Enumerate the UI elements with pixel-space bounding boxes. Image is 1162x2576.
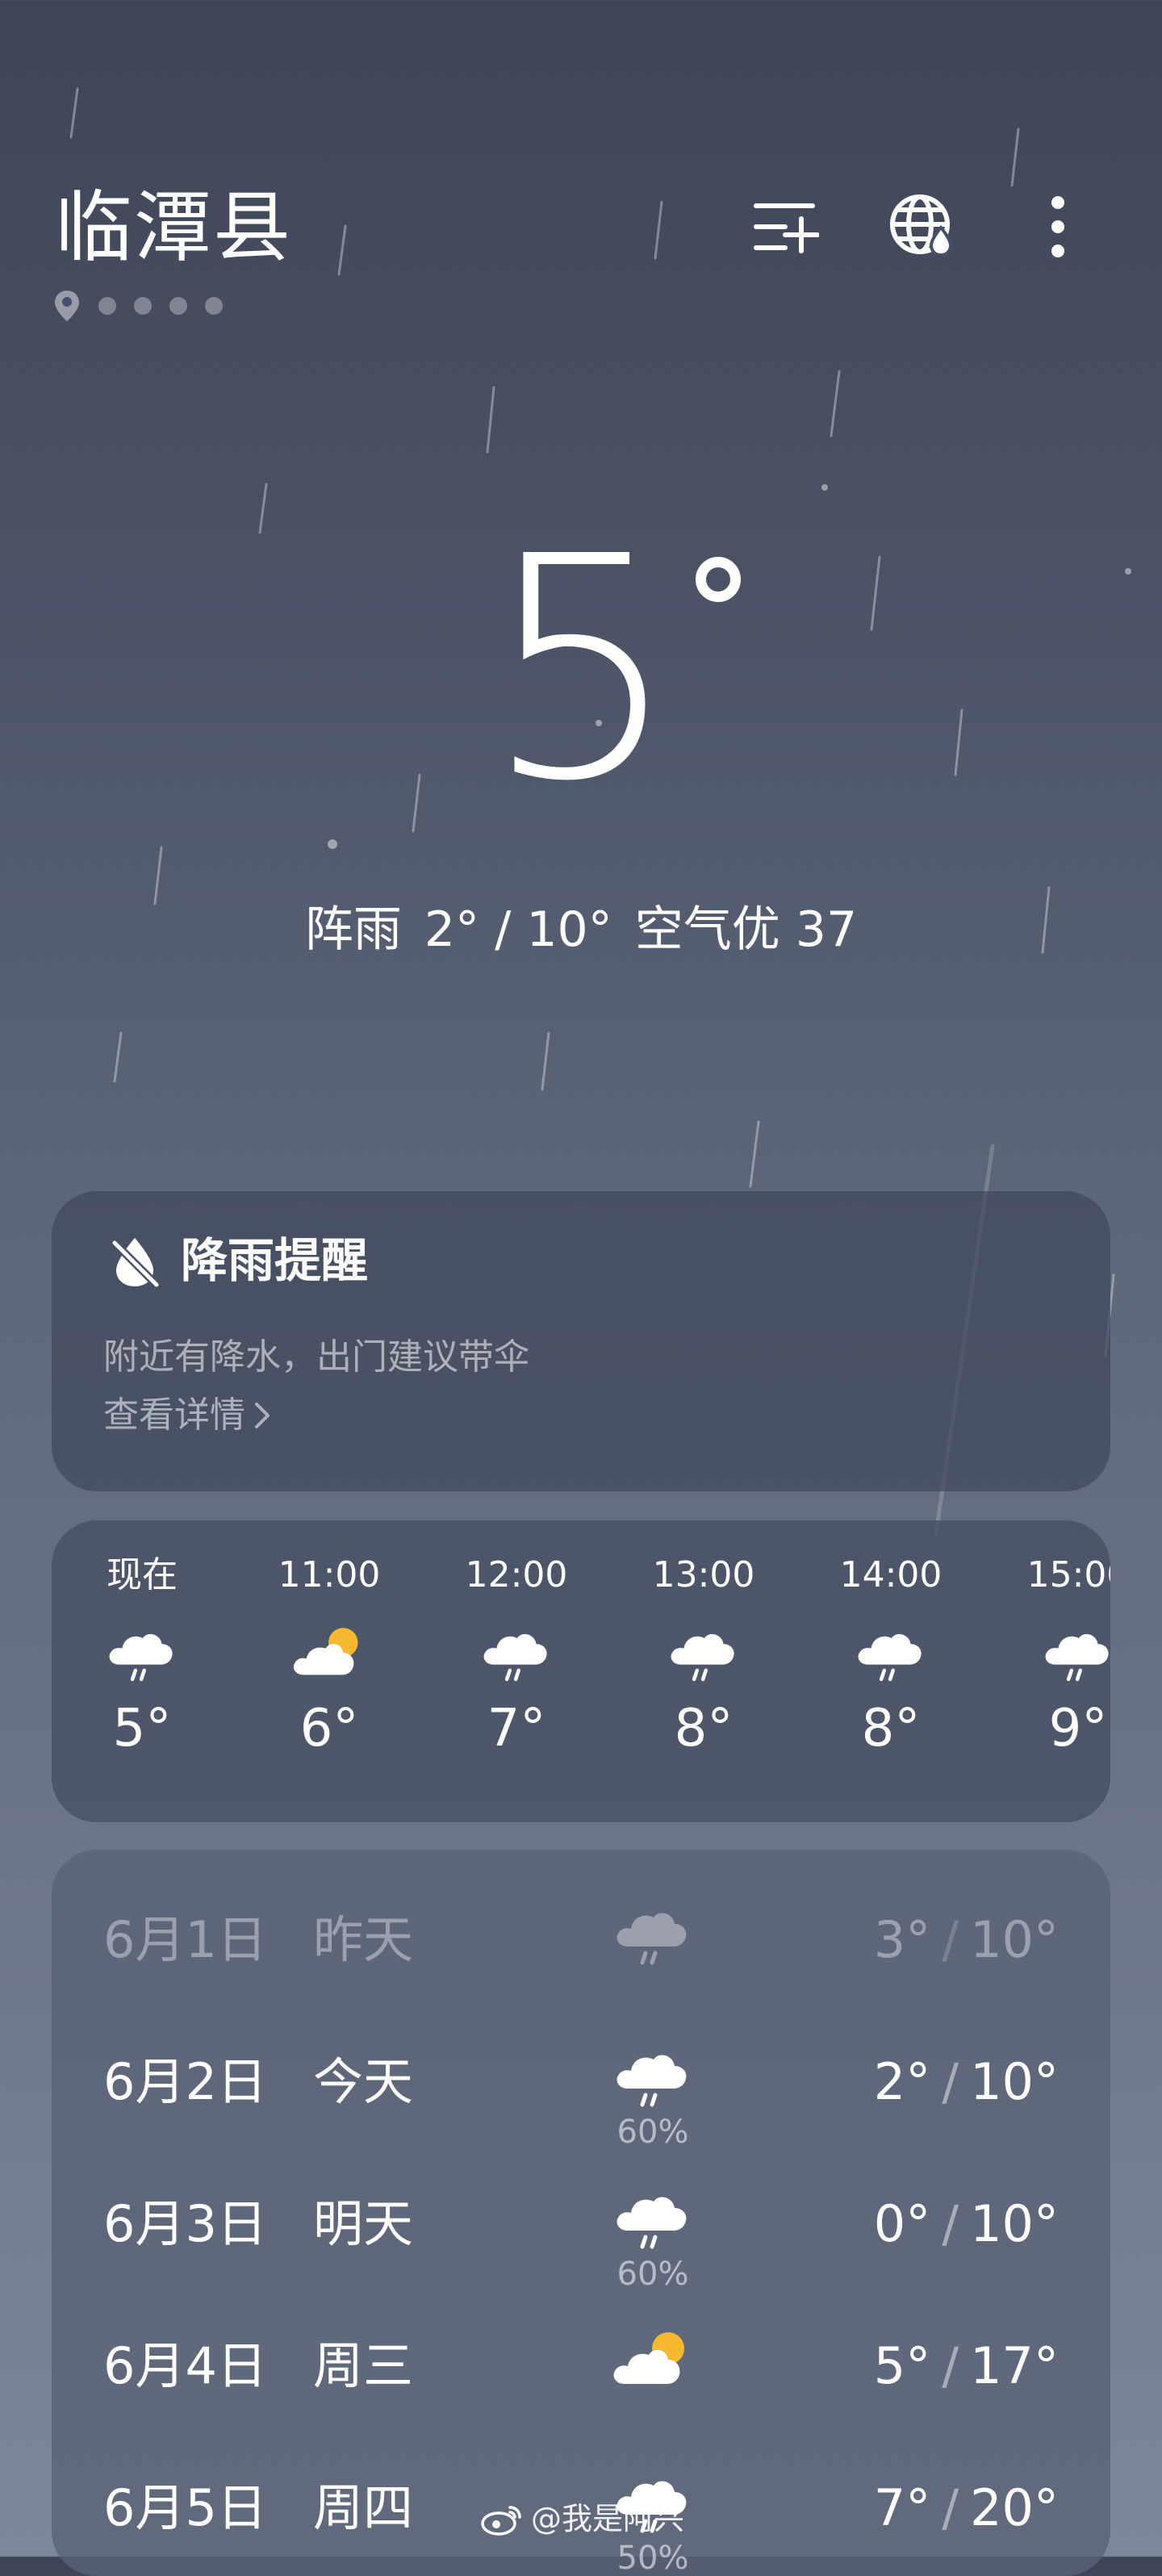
partly-cloudy-icon — [293, 1628, 358, 1675]
rain-icon — [483, 1633, 547, 1682]
temp-separator: / — [942, 2336, 959, 2395]
hourly-item[interactable]: 15:00 9° — [1005, 1551, 1110, 1761]
page-dot — [169, 297, 187, 315]
daily-row[interactable]: 6月3日 明天 60% 0°/10° — [52, 2172, 1110, 2315]
hourly-temp: 5° — [112, 1699, 172, 1758]
page-dot — [205, 297, 223, 315]
current-temperature: 5 — [484, 491, 679, 848]
daily-day-name: 昨天 — [313, 1910, 414, 1969]
view-details-link[interactable]: 查看详情 — [103, 1391, 271, 1440]
hourly-temp: 8° — [674, 1699, 734, 1758]
daily-date: 6月4日 — [103, 2336, 267, 2395]
rain-icon — [617, 2055, 687, 2107]
current-condition: 阵雨 — [304, 901, 402, 958]
daily-low: 3° — [873, 1910, 931, 1969]
daily-high: 10° — [970, 1910, 1059, 1969]
alert-title: 降雨提醒 — [181, 1233, 369, 1288]
watermark-text: @我是阿兴 — [531, 2501, 685, 2536]
air-quality: 空气优 37 — [634, 901, 858, 958]
rain-icon — [1045, 1633, 1109, 1682]
daily-date: 6月5日 — [103, 2478, 267, 2537]
rain-icon — [858, 1633, 922, 1682]
chevron-right-icon — [255, 1403, 270, 1428]
page-dot — [134, 297, 152, 315]
hourly-item[interactable]: 14:00 8° — [818, 1551, 963, 1761]
daily-temp-range: 7°/20° — [874, 2474, 1059, 2542]
daily-precip-chance: 50% — [617, 2540, 689, 2576]
hourly-forecast-card[interactable]: 现在 5° 11:00 6° 12:00 7° 13:00 8° 14:00 8° 15:00 9° — [52, 1520, 1110, 1822]
hourly-time: 14:00 — [839, 1554, 943, 1595]
rain-icon — [109, 1633, 173, 1682]
daily-temp-range: 2°/10° — [874, 2048, 1059, 2116]
hourly-item[interactable]: 13:00 8° — [631, 1551, 776, 1761]
daily-day-name: 明天 — [313, 2194, 414, 2253]
daily-temp-range: 5°/17° — [874, 2332, 1059, 2400]
daily-row[interactable]: 6月4日 周三 5°/17° — [52, 2315, 1110, 2457]
rain-icon — [671, 1633, 734, 1682]
current-range: 2° / 10° — [424, 901, 612, 958]
hourly-temp: 9° — [1048, 1699, 1108, 1758]
daily-day-name: 今天 — [313, 2052, 414, 2111]
daily-date: 6月3日 — [103, 2194, 267, 2253]
hourly-time: 13:00 — [652, 1554, 755, 1595]
hourly-temp: 6° — [299, 1699, 359, 1758]
hourly-time: 11:00 — [278, 1554, 381, 1595]
alert-description: 附近有降水，出门建议带伞 — [103, 1336, 529, 1378]
daily-high: 10° — [970, 2052, 1059, 2111]
daily-low: 2° — [873, 2052, 931, 2111]
daily-high: 20° — [970, 2478, 1059, 2537]
page-dot — [98, 297, 116, 315]
globe-rain-icon[interactable] — [886, 190, 959, 263]
rain-icon — [617, 2197, 687, 2249]
no-rain-drop-icon — [111, 1238, 161, 1289]
partly-cloudy-icon — [613, 2332, 684, 2384]
temp-separator: / — [942, 1910, 959, 1969]
hourly-item[interactable]: 现在 5° — [69, 1551, 215, 1761]
hourly-item[interactable]: 11:00 6° — [257, 1551, 402, 1761]
add-city-icon[interactable] — [749, 190, 821, 263]
daily-low: 7° — [873, 2478, 931, 2537]
rain-icon — [617, 1913, 687, 1965]
header: 临潭县 — [0, 0, 1162, 339]
daily-row[interactable]: 6月2日 今天 60% 2°/10° — [52, 2030, 1110, 2172]
current-summary[interactable]: 阵雨 2° / 10° 空气优 37 — [0, 897, 1162, 962]
daily-date: 6月1日 — [103, 1910, 267, 1969]
daily-temp-range: 0°/10° — [874, 2190, 1059, 2258]
hourly-time: 15:00 — [1026, 1554, 1110, 1595]
view-details-label: 查看详情 — [103, 1395, 245, 1436]
city-name[interactable]: 临潭县 — [55, 179, 292, 276]
daily-day-name: 周四 — [313, 2478, 414, 2537]
hourly-item[interactable]: 12:00 7° — [444, 1551, 589, 1761]
hourly-time: 12:00 — [465, 1554, 568, 1595]
daily-row[interactable]: 6月1日 昨天 3°/10° — [52, 1888, 1110, 2030]
temp-separator: / — [942, 2478, 959, 2537]
weibo-logo-icon — [481, 2506, 521, 2536]
temp-separator: / — [942, 2194, 959, 2253]
temp-separator: / — [942, 2052, 959, 2111]
daily-temp-range: 3°/10° — [874, 1906, 1059, 1974]
hourly-temp: 8° — [861, 1699, 921, 1758]
daily-low: 0° — [873, 2194, 931, 2253]
degree-symbol — [696, 557, 741, 602]
page-indicator — [53, 289, 223, 323]
daily-low: 5° — [873, 2336, 931, 2395]
hourly-time: 现在 — [107, 1554, 178, 1595]
daily-high: 10° — [970, 2194, 1059, 2253]
daily-day-name: 周三 — [313, 2336, 414, 2395]
daily-precip-chance: 60% — [617, 2256, 689, 2293]
hourly-temp: 7° — [487, 1699, 546, 1758]
watermark: @我是阿兴 — [479, 2499, 684, 2539]
daily-forecast-card[interactable]: 6月1日 昨天 3°/10° 6月2日 今天 60% 2°/10° 6月3日 明天 60% 0°/1… — [52, 1850, 1110, 2576]
daily-date: 6月2日 — [103, 2052, 267, 2111]
more-icon[interactable] — [1022, 190, 1094, 263]
location-pin-icon — [55, 291, 79, 321]
daily-precip-chance: 60% — [617, 2114, 689, 2151]
rain-alert-card[interactable]: 降雨提醒 附近有降水，出门建议带伞 查看详情 — [52, 1191, 1110, 1491]
daily-high: 17° — [970, 2336, 1059, 2395]
